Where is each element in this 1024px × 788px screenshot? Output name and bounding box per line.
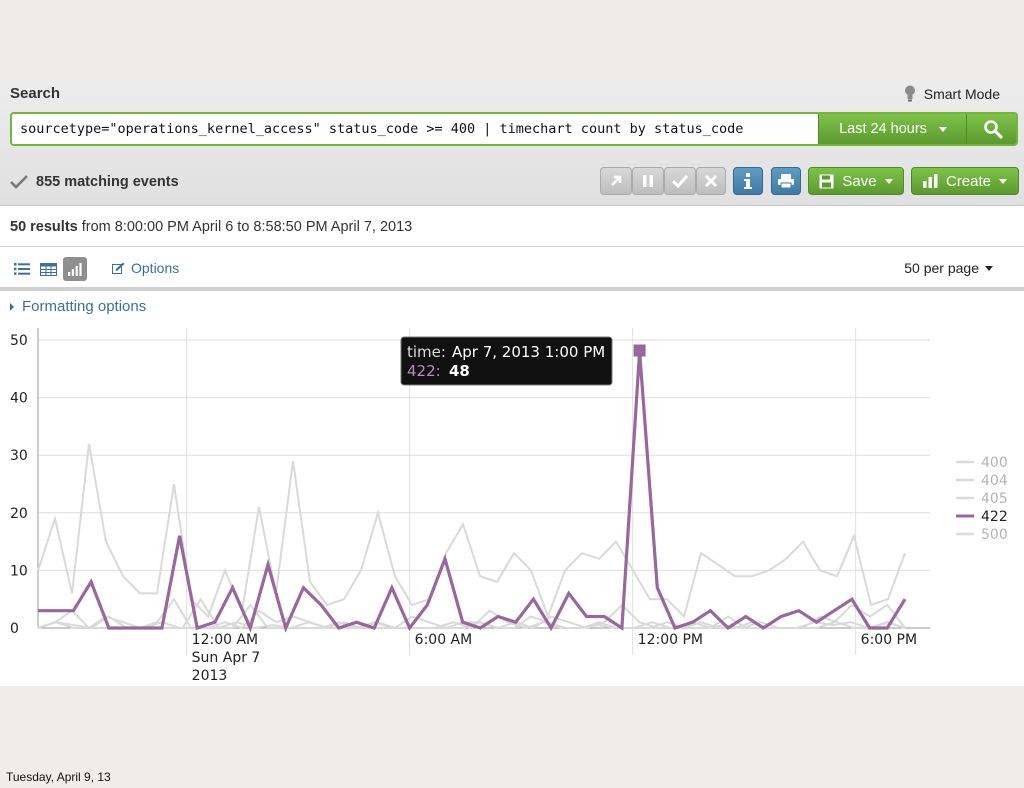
highlight-point-marker[interactable] <box>633 344 646 357</box>
x-tick-label: 6:00 AM <box>415 632 473 648</box>
chart-series <box>37 344 907 633</box>
legend-label[interactable]: 405 <box>981 491 1008 507</box>
tooltip-time-key: time: <box>407 343 446 361</box>
y-tick-label: 30 <box>10 448 28 464</box>
chart-legend: 400 404 405 422 500 <box>956 455 1008 543</box>
legend-label[interactable]: 422 <box>981 509 1008 525</box>
x-axis: 12:00 AM Sun Apr 7 2013 6:00 AM 12:00 PM 6:00… <box>192 632 917 684</box>
y-tick-label: 40 <box>10 391 28 407</box>
tooltip-series-value: 48 <box>449 362 470 380</box>
legend-label[interactable]: 404 <box>981 473 1008 489</box>
y-tick-label: 50 <box>10 333 28 349</box>
series-line-422[interactable] <box>38 351 907 633</box>
legend-label[interactable]: 500 <box>981 527 1008 543</box>
legend-label[interactable]: 400 <box>981 455 1008 471</box>
y-tick-label: 10 <box>10 563 28 579</box>
chart-tooltip: time: Apr 7, 2013 1:00 PM 422: 48 <box>400 336 613 386</box>
slide-footer-date: Tuesday, April 9, 13 <box>6 770 111 784</box>
x-tick-label: 6:00 PM <box>861 632 917 648</box>
x-tick-label: 12:00 AM <box>192 632 258 648</box>
x-tick-label: 12:00 PM <box>638 632 703 648</box>
tooltip-series-key: 422: <box>407 362 441 380</box>
x-tick-label: Sun Apr 7 <box>192 650 261 666</box>
y-tick-label: 0 <box>10 621 19 637</box>
y-axis: 0 10 20 30 40 50 <box>10 333 28 637</box>
y-tick-label: 20 <box>10 506 28 522</box>
timechart: 0 10 20 30 40 50 12:00 AM Sun Apr 7 2013 6:00 AM… <box>10 328 1008 684</box>
tooltip-time-value: Apr 7, 2013 1:00 PM <box>452 343 605 361</box>
x-tick-label: 2013 <box>192 668 228 684</box>
